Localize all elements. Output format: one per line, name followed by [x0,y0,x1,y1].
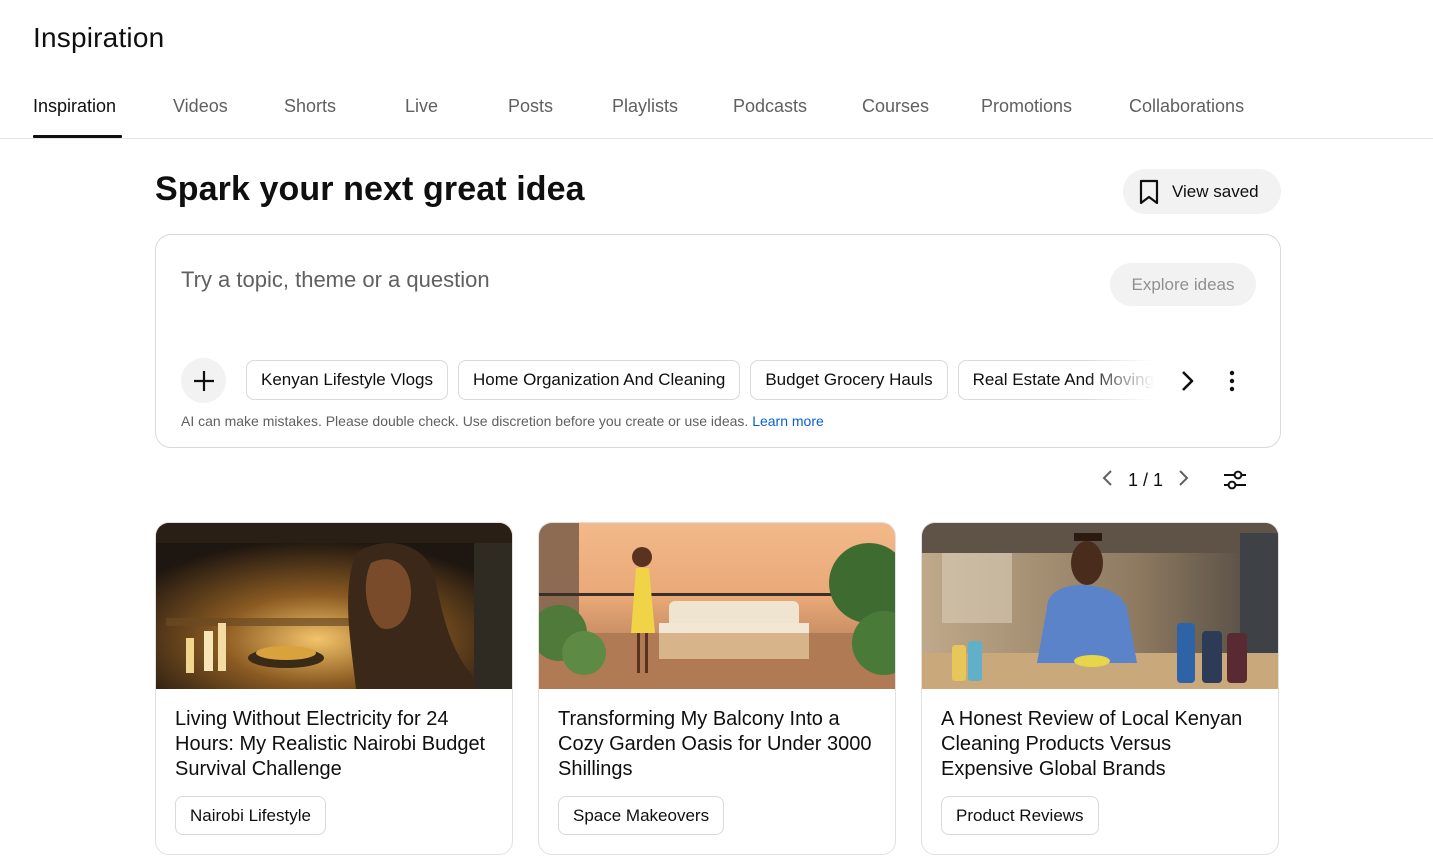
page-title: Inspiration [33,22,165,53]
ai-disclaimer: AI can make mistakes. Please double chec… [181,413,824,429]
explore-ideas-button[interactable]: Explore ideas [1110,263,1256,306]
chevron-right-icon [1179,469,1189,486]
view-saved-label: View saved [1172,181,1259,201]
idea-card[interactable]: Transforming My Balcony Into a Cozy Gard… [538,522,896,855]
tab-promotions[interactable]: Promotions [981,96,1072,117]
tab-podcasts[interactable]: Podcasts [733,96,807,117]
topic-chip[interactable]: Home Organization And Cleaning [458,360,741,400]
idea-search-panel: Explore ideas Kenyan Lifestyle Vlogs Hom… [155,234,1281,448]
active-tab-indicator [33,135,122,138]
more-options-button[interactable] [1222,366,1242,401]
topic-chip[interactable]: Kenyan Lifestyle Vlogs [246,360,448,400]
bookmark-icon [1139,179,1159,204]
idea-card[interactable]: Living Without Electricity for 24 Hours:… [155,522,513,855]
previous-page-button[interactable] [1098,466,1118,495]
tab-posts[interactable]: Posts [508,96,553,117]
next-page-button[interactable] [1173,466,1193,495]
idea-thumbnail-image [922,523,1278,689]
tab-collaborations[interactable]: Collaborations [1129,96,1244,117]
tab-shorts[interactable]: Shorts [284,96,336,117]
idea-card[interactable]: A Honest Review of Local Kenyan Cleaning… [921,522,1279,855]
chips-scroll-right-button[interactable] [1176,366,1200,401]
idea-title: A Honest Review of Local Kenyan Cleaning… [941,708,1243,780]
idea-thumbnail-image [156,523,512,689]
chevron-left-icon [1102,469,1112,486]
filter-settings-button[interactable] [1221,467,1249,498]
tab-bar: Inspiration Videos Shorts Live Posts Pla… [0,80,1433,139]
idea-title: Transforming My Balcony Into a Cozy Gard… [558,708,872,780]
topic-chips: Kenyan Lifestyle Vlogs Home Organization… [246,360,1166,402]
view-saved-button[interactable]: View saved [1123,169,1281,214]
tab-courses[interactable]: Courses [862,96,929,117]
topic-search-input[interactable] [181,267,1081,293]
more-vert-icon [1229,370,1235,392]
chips-fade-overlay [1086,360,1166,402]
page-indicator: 1 / 1 [1128,469,1164,490]
plus-icon [193,370,214,391]
disclaimer-text: AI can make mistakes. Please double chec… [181,413,749,429]
idea-category-tag[interactable]: Nairobi Lifestyle [175,796,326,835]
add-topic-button[interactable] [181,358,226,403]
idea-title: Living Without Electricity for 24 Hours:… [175,708,486,780]
topic-chip[interactable]: Budget Grocery Hauls [750,360,948,400]
idea-thumbnail-image [539,523,895,689]
idea-category-tag[interactable]: Product Reviews [941,796,1099,835]
tab-playlists[interactable]: Playlists [612,96,678,117]
tune-icon [1224,470,1246,490]
learn-more-link[interactable]: Learn more [752,413,824,429]
pagination: 1 / 1 [1098,466,1193,494]
idea-category-tag[interactable]: Space Makeovers [558,796,725,835]
tab-live[interactable]: Live [405,96,438,117]
hero-title: Spark your next great idea [155,170,585,208]
tab-videos[interactable]: Videos [173,96,228,117]
chevron-right-icon [1182,371,1194,391]
tab-inspiration[interactable]: Inspiration [33,96,116,117]
